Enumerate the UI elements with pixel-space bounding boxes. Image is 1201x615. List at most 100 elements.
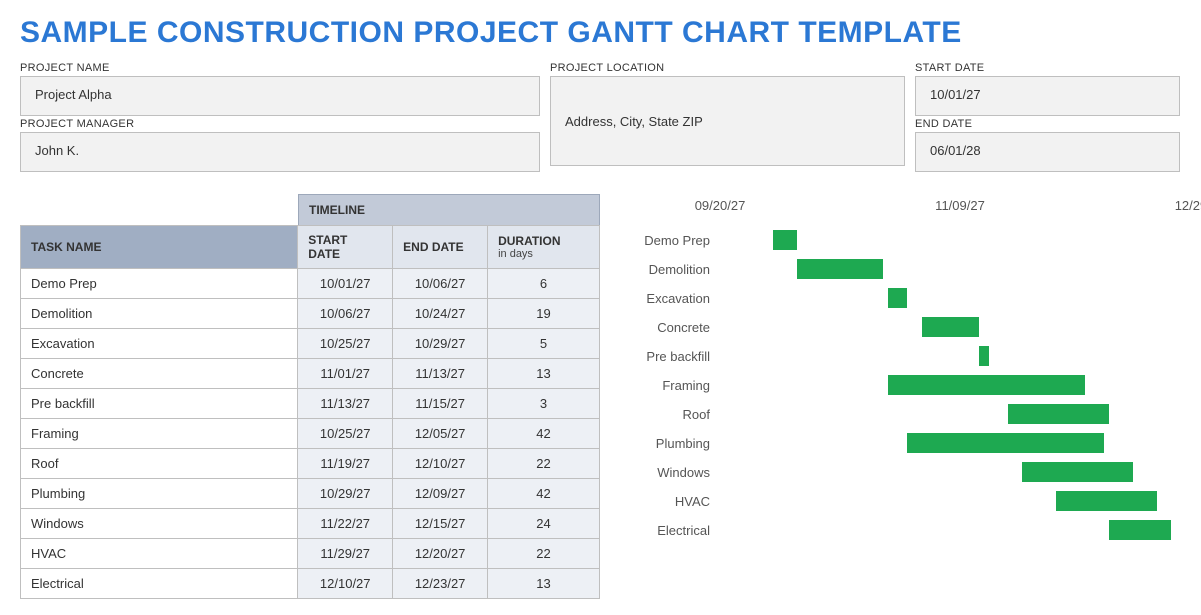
task-name-cell: Roof xyxy=(21,449,298,479)
task-end-cell: 10/24/27 xyxy=(393,299,488,329)
gantt-axis: 09/20/2711/09/2712/29/27 xyxy=(720,198,1201,226)
gantt-row-label: Demolition xyxy=(620,262,720,277)
gantt-row-label: Pre backfill xyxy=(620,349,720,364)
gantt-row-label: Roof xyxy=(620,407,720,422)
task-duration-cell: 3 xyxy=(488,389,600,419)
task-duration-cell: 22 xyxy=(488,539,600,569)
gantt-row: Demolition xyxy=(620,255,1201,284)
gantt-row: Demo Prep xyxy=(620,226,1201,255)
gantt-bar xyxy=(1008,404,1109,424)
gantt-row-label: HVAC xyxy=(620,494,720,509)
project-manager-field[interactable]: John K. xyxy=(20,132,540,172)
task-duration-cell: 13 xyxy=(488,359,600,389)
gantt-bar xyxy=(1022,462,1132,482)
table-row: Framing10/25/2712/05/2742 xyxy=(21,419,600,449)
gantt-bar xyxy=(888,375,1085,395)
table-row: Plumbing10/29/2712/09/2742 xyxy=(21,479,600,509)
table-row: Electrical12/10/2712/23/2713 xyxy=(21,569,600,599)
gantt-track xyxy=(720,487,1201,516)
table-row: Demolition10/06/2710/24/2719 xyxy=(21,299,600,329)
task-end-cell: 11/13/27 xyxy=(393,359,488,389)
gantt-row: Windows xyxy=(620,458,1201,487)
table-row: Roof11/19/2712/10/2722 xyxy=(21,449,600,479)
gantt-track xyxy=(720,342,1201,371)
gantt-row: Excavation xyxy=(620,284,1201,313)
task-start-cell: 11/13/27 xyxy=(298,389,393,419)
page-title: SAMPLE CONSTRUCTION PROJECT GANTT CHART … xyxy=(20,16,1181,50)
project-location-field[interactable]: Address, City, State ZIP xyxy=(550,76,905,166)
gantt-row-label: Excavation xyxy=(620,291,720,306)
axis-tick: 09/20/27 xyxy=(695,198,746,213)
task-name-cell: Framing xyxy=(21,419,298,449)
start-date-field[interactable]: 10/01/27 xyxy=(915,76,1180,116)
gantt-track xyxy=(720,371,1201,400)
gantt-track xyxy=(720,313,1201,342)
task-start-cell: 11/29/27 xyxy=(298,539,393,569)
task-name-cell: Plumbing xyxy=(21,479,298,509)
task-table-container: TIMELINE TASK NAME START DATE END DATE D… xyxy=(20,194,600,599)
gantt-track xyxy=(720,429,1201,458)
task-duration-cell: 22 xyxy=(488,449,600,479)
gantt-row-label: Demo Prep xyxy=(620,233,720,248)
gantt-row: Framing xyxy=(620,371,1201,400)
table-row: Windows11/22/2712/15/2724 xyxy=(21,509,600,539)
gantt-bar xyxy=(979,346,989,366)
task-start-cell: 11/19/27 xyxy=(298,449,393,479)
task-end-cell: 12/23/27 xyxy=(393,569,488,599)
task-name-cell: Pre backfill xyxy=(21,389,298,419)
gantt-row: HVAC xyxy=(620,487,1201,516)
task-end-cell: 10/06/27 xyxy=(393,269,488,299)
task-start-cell: 10/01/27 xyxy=(298,269,393,299)
table-row: Pre backfill11/13/2711/15/273 xyxy=(21,389,600,419)
gantt-bar xyxy=(797,259,883,279)
gantt-row-label: Electrical xyxy=(620,523,720,538)
task-end-cell: 12/10/27 xyxy=(393,449,488,479)
col-task-name: TASK NAME xyxy=(21,226,298,269)
task-name-cell: Concrete xyxy=(21,359,298,389)
task-name-cell: Excavation xyxy=(21,329,298,359)
gantt-row-label: Windows xyxy=(620,465,720,480)
axis-tick: 12/29/27 xyxy=(1175,198,1201,213)
task-start-cell: 10/25/27 xyxy=(298,329,393,359)
gantt-row: Concrete xyxy=(620,313,1201,342)
task-start-cell: 11/22/27 xyxy=(298,509,393,539)
gantt-row: Plumbing xyxy=(620,429,1201,458)
task-name-cell: Windows xyxy=(21,509,298,539)
table-row: Excavation10/25/2710/29/275 xyxy=(21,329,600,359)
gantt-track xyxy=(720,255,1201,284)
task-name-cell: Demo Prep xyxy=(21,269,298,299)
task-name-cell: Electrical xyxy=(21,569,298,599)
col-start-date: START DATE xyxy=(298,226,393,269)
task-name-cell: Demolition xyxy=(21,299,298,329)
end-date-field[interactable]: 06/01/28 xyxy=(915,132,1180,172)
gantt-row: Electrical xyxy=(620,516,1201,545)
gantt-bar xyxy=(922,317,980,337)
task-end-cell: 12/20/27 xyxy=(393,539,488,569)
gantt-bar xyxy=(1109,520,1171,540)
table-row: Demo Prep10/01/2710/06/276 xyxy=(21,269,600,299)
gantt-row-label: Concrete xyxy=(620,320,720,335)
gantt-track xyxy=(720,458,1201,487)
gantt-chart: 09/20/2711/09/2712/29/27 Demo Prep Demoli… xyxy=(620,194,1201,599)
project-location-label: PROJECT LOCATION xyxy=(550,62,905,74)
gantt-row-label: Framing xyxy=(620,378,720,393)
gantt-track xyxy=(720,284,1201,313)
gantt-track xyxy=(720,226,1201,255)
project-meta: PROJECT NAME Project Alpha PROJECT MANAG… xyxy=(20,60,1181,172)
task-duration-cell: 19 xyxy=(488,299,600,329)
gantt-bar xyxy=(773,230,797,250)
col-duration: DURATION in days xyxy=(488,226,600,269)
task-duration-cell: 24 xyxy=(488,509,600,539)
task-end-cell: 11/15/27 xyxy=(393,389,488,419)
task-start-cell: 10/29/27 xyxy=(298,479,393,509)
task-start-cell: 10/06/27 xyxy=(298,299,393,329)
task-end-cell: 12/15/27 xyxy=(393,509,488,539)
task-start-cell: 11/01/27 xyxy=(298,359,393,389)
timeline-header-band: TIMELINE xyxy=(298,194,600,225)
task-name-cell: HVAC xyxy=(21,539,298,569)
task-duration-cell: 5 xyxy=(488,329,600,359)
gantt-track xyxy=(720,400,1201,429)
project-name-field[interactable]: Project Alpha xyxy=(20,76,540,116)
gantt-track xyxy=(720,516,1201,545)
task-start-cell: 10/25/27 xyxy=(298,419,393,449)
